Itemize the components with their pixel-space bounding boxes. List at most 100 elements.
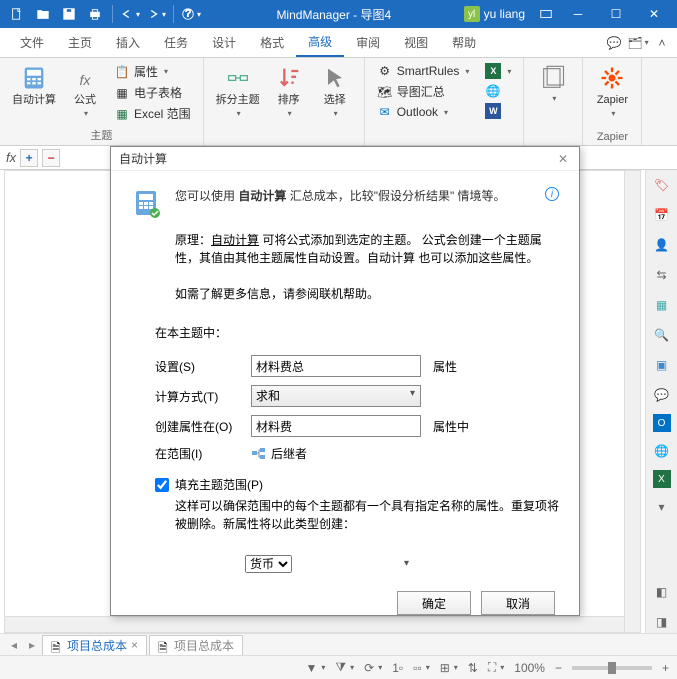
auto-calc-button[interactable]: 自动计算: [8, 62, 60, 109]
user-icon[interactable]: 👤: [651, 234, 673, 256]
label-scope: 在范围(I): [155, 445, 245, 462]
sort-button[interactable]: 排序▾: [268, 62, 310, 120]
summary-icon: 🗺: [377, 84, 393, 100]
dialog-close-button[interactable]: ✕: [555, 151, 571, 167]
library-side-icon[interactable]: ▦: [651, 294, 673, 316]
label-method: 计算方式(T): [155, 388, 245, 405]
excel-link-button[interactable]: X▾: [481, 62, 515, 80]
property-button[interactable]: 📋属性▾: [110, 62, 195, 81]
share-icon[interactable]: ⇆: [651, 264, 673, 286]
filter-icon[interactable]: ▼▾: [306, 661, 326, 675]
parts-icon[interactable]: ▣: [651, 354, 673, 376]
calendar-icon[interactable]: 📅: [651, 204, 673, 226]
menubar: 文件 主页 插入 任务 设计 格式 高级 审阅 视图 帮助 💬 🗂▾ ˄: [0, 28, 677, 58]
pane-right-icon[interactable]: ◨: [651, 611, 673, 633]
zoom-slider[interactable]: [572, 666, 652, 670]
menu-home[interactable]: 主页: [56, 28, 104, 57]
help-icon[interactable]: ?▾: [180, 3, 202, 25]
menu-insert[interactable]: 插入: [104, 28, 152, 57]
formula-remove-button[interactable]: −: [42, 149, 60, 167]
collapse-ribbon-icon[interactable]: ˄: [653, 34, 671, 52]
tab-close-icon[interactable]: ×: [131, 638, 138, 652]
search-icon[interactable]: 🔍: [651, 324, 673, 346]
menu-help[interactable]: 帮助: [440, 28, 488, 57]
expand-icon[interactable]: ⊞▾: [440, 661, 458, 675]
excel-x-icon: X: [485, 63, 501, 79]
minimize-button[interactable]: ─: [559, 0, 597, 28]
cancel-button[interactable]: 取消: [481, 591, 555, 615]
feedback-icon[interactable]: 💬: [605, 34, 623, 52]
fill-scope-checkbox[interactable]: [155, 478, 169, 492]
balance-icon[interactable]: ⇅: [468, 661, 478, 675]
menu-format[interactable]: 格式: [248, 28, 296, 57]
create-in-input[interactable]: [251, 415, 421, 437]
smartrules-button[interactable]: ⚙SmartRules▾: [373, 62, 474, 80]
library-icon[interactable]: 🗂▾: [629, 34, 647, 52]
spreadsheet-button[interactable]: ▦电子表格: [110, 83, 195, 102]
menu-review[interactable]: 审阅: [344, 28, 392, 57]
comment-icon[interactable]: 💬: [651, 384, 673, 406]
svg-text:fx: fx: [80, 72, 92, 88]
tab-prev-button[interactable]: ◂: [6, 637, 22, 653]
fill-scope-desc: 这样可以确保范围中的每个主题都有一个具有指定名称的属性。重复项将被删除。新属性将…: [175, 497, 559, 533]
doc-icon: 🗎: [158, 639, 170, 651]
type-select[interactable]: 货币: [245, 555, 292, 573]
word-button[interactable]: W: [481, 102, 515, 120]
user-name[interactable]: yu liang: [484, 7, 525, 21]
scope-value[interactable]: 后继者: [271, 445, 307, 462]
zapier-button[interactable]: Zapier▾: [591, 62, 633, 120]
doc-tab-2[interactable]: 🗎项目总成本: [149, 635, 243, 655]
menu-file[interactable]: 文件: [8, 28, 56, 57]
new-doc-icon[interactable]: [6, 3, 28, 25]
calculator-icon: [20, 64, 48, 92]
horizontal-scrollbar[interactable]: [5, 616, 624, 632]
method-select[interactable]: 求和: [251, 385, 421, 407]
browser-side-icon[interactable]: 🌐: [651, 440, 673, 462]
outlook-button[interactable]: ✉Outlook▾: [373, 103, 474, 121]
open-icon[interactable]: [32, 3, 54, 25]
menu-view[interactable]: 视图: [392, 28, 440, 57]
outlook-side-icon[interactable]: O: [653, 414, 671, 432]
account-dropdown-icon[interactable]: [535, 3, 557, 25]
fit-icon[interactable]: ⛶▾: [488, 660, 504, 675]
browser-button[interactable]: 🌐: [481, 82, 515, 100]
word-icon: W: [485, 103, 501, 119]
maximize-button[interactable]: ☐: [597, 0, 635, 28]
print-icon[interactable]: [84, 3, 106, 25]
levelall-icon[interactable]: ▫▫▾: [413, 661, 430, 675]
undo-icon[interactable]: ▾: [119, 3, 141, 25]
zoom-in-button[interactable]: +: [662, 661, 669, 675]
info-icon[interactable]: i: [545, 187, 559, 201]
ok-button[interactable]: 确定: [397, 591, 471, 615]
formula-add-button[interactable]: +: [20, 149, 38, 167]
select-button[interactable]: 选择▾: [314, 62, 356, 120]
split-topic-button[interactable]: 拆分主题▾: [212, 62, 264, 120]
template-button[interactable]: ▾: [532, 62, 574, 105]
funnel-icon[interactable]: ⧩▾: [335, 660, 354, 675]
refresh-icon[interactable]: ⟳▾: [364, 661, 382, 675]
excel-side-icon[interactable]: X: [653, 470, 671, 488]
redo-icon[interactable]: ▾: [145, 3, 167, 25]
user-badge[interactable]: yl: [464, 6, 480, 22]
excel-range-button[interactable]: ▦Excel 范围: [110, 104, 195, 123]
topic-summary-button[interactable]: 🗺导图汇总: [373, 82, 474, 101]
menu-design[interactable]: 设计: [200, 28, 248, 57]
fx-label: fx: [6, 150, 16, 165]
doc-tab-1[interactable]: 🗎项目总成本×: [42, 635, 147, 655]
menu-task[interactable]: 任务: [152, 28, 200, 57]
menu-advanced[interactable]: 高级: [296, 28, 344, 57]
dialog-intro-text: 您可以使用 自动计算 汇总成本，比较"假设分析结果" 情境等。: [175, 187, 533, 219]
auto-calc-dialog: 自动计算 ✕ 您可以使用 自动计算 汇总成本，比较"假设分析结果" 情境等。 i…: [110, 146, 580, 616]
close-window-button[interactable]: ✕: [635, 0, 673, 28]
zoom-out-button[interactable]: −: [555, 661, 562, 675]
settings-input[interactable]: [251, 355, 421, 377]
more-side-icon[interactable]: ▾: [651, 496, 673, 518]
pane-left-icon[interactable]: ◧: [651, 581, 673, 603]
zapier-group-label: Zapier: [591, 129, 633, 145]
save-icon[interactable]: [58, 3, 80, 25]
vertical-scrollbar[interactable]: [624, 171, 640, 632]
formula-button[interactable]: fx 公式 ▾: [64, 62, 106, 120]
level1-icon[interactable]: 1▫: [392, 661, 403, 675]
tag-icon[interactable]: 🏷: [651, 174, 673, 196]
tab-next-button[interactable]: ▸: [24, 637, 40, 653]
